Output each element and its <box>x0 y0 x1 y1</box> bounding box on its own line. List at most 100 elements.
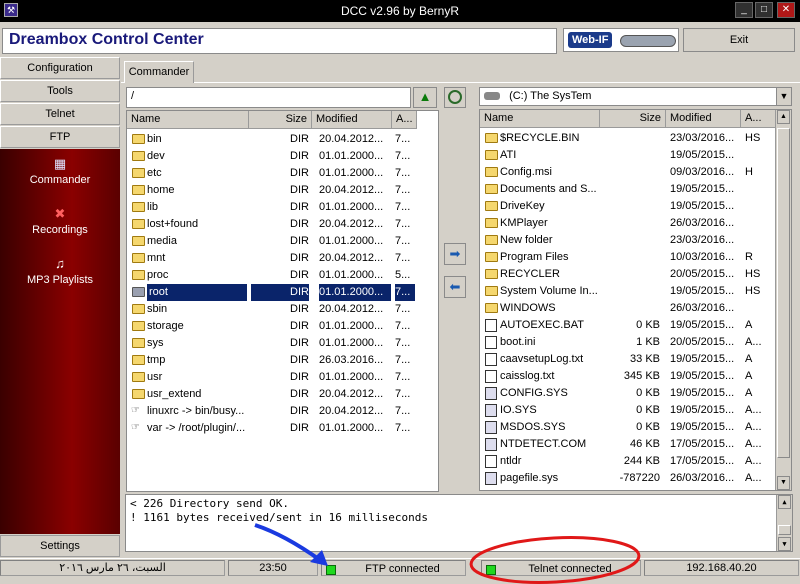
file-row[interactable]: WINDOWS 26/03/2016... <box>480 300 791 317</box>
file-size: DIR <box>290 235 309 247</box>
file-row[interactable]: home DIR 20.04.2012... 7... <box>127 182 438 199</box>
scroll-up-icon[interactable]: ▲ <box>777 110 790 124</box>
file-row[interactable]: KMPlayer 26/03/2016... <box>480 215 791 232</box>
copy-to-remote-button[interactable]: ⬅ <box>444 276 466 298</box>
file-row[interactable]: New folder 23/03/2016... <box>480 232 791 249</box>
column-header-modified[interactable]: Modified <box>312 111 392 129</box>
file-row[interactable]: System Volume In... 19/05/2015... HS <box>480 283 791 300</box>
folder-icon <box>485 167 498 177</box>
file-row[interactable]: CONFIG.SYS 0 KB 19/05/2015... A <box>480 385 791 402</box>
column-header-modified[interactable]: Modified <box>666 110 741 128</box>
maximize-button[interactable]: □ <box>755 2 773 18</box>
file-row[interactable]: dev DIR 01.01.2000... 7... <box>127 148 438 165</box>
local-file-list[interactable]: Name Size Modified A... $RECYCLE.BIN 23/0… <box>479 109 792 491</box>
file-row[interactable]: ☞ var -> /root/plugin/... DIR 01.01.2000...… <box>127 420 438 437</box>
file-row[interactable]: Config.msi 09/03/2016... H <box>480 164 791 181</box>
nav-ftp[interactable]: FTP <box>0 126 120 148</box>
file-row[interactable]: root DIR 01.01.2000... 7... <box>127 284 438 301</box>
copy-to-local-button[interactable]: ➡ <box>444 243 466 265</box>
close-button[interactable]: ✕ <box>777 2 795 18</box>
settings-button[interactable]: Settings <box>0 535 120 557</box>
parent-directory-button[interactable]: ▲ <box>413 87 437 108</box>
file-row[interactable]: lib DIR 01.01.2000... 7... <box>127 199 438 216</box>
file-row[interactable]: ATI 19/05/2015... <box>480 147 791 164</box>
scroll-up-icon[interactable]: ▲ <box>778 495 791 509</box>
file-row[interactable]: AUTOEXEC.BAT 0 KB 19/05/2015... A <box>480 317 791 334</box>
file-icon <box>485 438 497 451</box>
remote-path-field[interactable]: / <box>126 87 411 108</box>
column-header-size[interactable]: Size <box>600 110 666 128</box>
file-row[interactable]: tmp DIR 26.03.2016... 7... <box>127 352 438 369</box>
drive-select[interactable]: (C:) The SysTem ▼ <box>479 87 792 106</box>
column-header-name[interactable]: Name <box>480 110 600 128</box>
file-row[interactable]: bin DIR 20.04.2012... 7... <box>127 131 438 148</box>
file-row[interactable]: sbin DIR 20.04.2012... 7... <box>127 301 438 318</box>
scrollbar-thumb[interactable] <box>777 128 790 458</box>
local-list-scrollbar[interactable]: ▲ ▼ <box>775 110 791 490</box>
file-size: DIR <box>251 284 309 301</box>
tab-commander[interactable]: Commander <box>124 61 194 83</box>
remote-control-icon <box>620 35 676 47</box>
file-row[interactable]: usr_extend DIR 20.04.2012... 7... <box>127 386 438 403</box>
nav-tools[interactable]: Tools <box>0 80 120 102</box>
nav-item-mp3-playlists[interactable]: ♫ MP3 Playlists <box>0 257 120 287</box>
column-header-name[interactable]: Name <box>127 111 249 129</box>
nav-item-commander[interactable]: ▦ Commander <box>0 157 120 187</box>
scrollbar-thumb[interactable] <box>778 525 791 535</box>
file-name: caavsetupLog.txt <box>500 353 584 365</box>
file-row[interactable]: MSDOS.SYS 0 KB 19/05/2015... A... <box>480 419 791 436</box>
minimize-button[interactable]: _ <box>735 2 753 18</box>
file-row[interactable]: ☞ linuxrc -> bin/busy... DIR 20.04.2012... 7… <box>127 403 438 420</box>
webif-logo[interactable]: Web-IF <box>563 28 679 52</box>
file-row[interactable]: mnt DIR 20.04.2012... 7... <box>127 250 438 267</box>
file-modified: 19/05/2015... <box>670 200 735 212</box>
file-icon <box>485 472 497 485</box>
column-header-size[interactable]: Size <box>249 111 312 129</box>
file-row[interactable]: ntldr 244 KB 17/05/2015... A... <box>480 453 791 470</box>
file-size: DIR <box>290 150 309 162</box>
nav-item-recordings[interactable]: ✖ Recordings <box>0 207 120 237</box>
file-row[interactable]: caavsetupLog.txt 33 KB 19/05/2015... A <box>480 351 791 368</box>
file-row[interactable]: proc DIR 01.01.2000... 5... <box>127 267 438 284</box>
log-scrollbar[interactable]: ▲ ▼ <box>776 495 792 551</box>
file-row[interactable]: $RECYCLE.BIN 23/03/2016... HS <box>480 130 791 147</box>
chevron-down-icon[interactable]: ▼ <box>776 88 791 105</box>
file-attributes: 7... <box>395 218 411 230</box>
file-row[interactable]: Documents and S... 19/05/2015... <box>480 181 791 198</box>
file-row[interactable]: media DIR 01.01.2000... 7... <box>127 233 438 250</box>
file-row[interactable]: usr DIR 01.01.2000... 7... <box>127 369 438 386</box>
remote-file-list[interactable]: Name Size Modified A... bin DIR 20.04.2012… <box>126 110 439 492</box>
scroll-down-icon[interactable]: ▼ <box>777 476 790 490</box>
column-header-attr[interactable]: A... <box>392 111 417 129</box>
folder-icon <box>132 270 145 280</box>
exit-button[interactable]: Exit <box>683 28 795 52</box>
file-row[interactable]: boot.ini 1 KB 20/05/2015... A... <box>480 334 791 351</box>
file-row[interactable]: etc DIR 01.01.2000... 7... <box>127 165 438 182</box>
nav-configuration[interactable]: Configuration <box>0 57 120 79</box>
file-name: media <box>147 235 177 247</box>
file-name: RECYCLER <box>500 268 560 280</box>
file-row[interactable]: DriveKey 19/05/2015... <box>480 198 791 215</box>
refresh-button[interactable] <box>444 87 466 108</box>
file-row[interactable]: sys DIR 01.01.2000... 7... <box>127 335 438 352</box>
column-header-attr[interactable]: A... <box>741 110 777 128</box>
file-row[interactable]: IO.SYS 0 KB 19/05/2015... A... <box>480 402 791 419</box>
file-name: usr_extend <box>147 388 202 400</box>
file-row[interactable]: Program Files 10/03/2016... R <box>480 249 791 266</box>
file-size: 46 KB <box>630 438 660 450</box>
file-row[interactable]: NTDETECT.COM 46 KB 17/05/2015... A... <box>480 436 791 453</box>
file-row[interactable]: caisslog.txt 345 KB 19/05/2015... A <box>480 368 791 385</box>
file-modified: 19/05/2015... <box>670 387 735 399</box>
file-size: 244 KB <box>623 455 660 467</box>
file-size: DIR <box>290 354 309 366</box>
file-row[interactable]: RECYCLER 20/05/2015... HS <box>480 266 791 283</box>
file-modified: 20.04.2012... <box>319 252 384 264</box>
nav-telnet[interactable]: Telnet <box>0 103 120 125</box>
file-row[interactable]: lost+found DIR 20.04.2012... 7... <box>127 216 438 233</box>
scroll-down-icon[interactable]: ▼ <box>778 537 791 551</box>
file-row[interactable]: pagefile.sys -787220 26/03/2016... A... <box>480 470 791 487</box>
file-attributes: 7... <box>395 405 411 417</box>
file-row[interactable]: storage DIR 01.01.2000... 7... <box>127 318 438 335</box>
file-modified: 19/05/2015... <box>670 404 735 416</box>
status-date: السبت، ٢٦ مارس ٢٠١٦ <box>0 560 225 576</box>
